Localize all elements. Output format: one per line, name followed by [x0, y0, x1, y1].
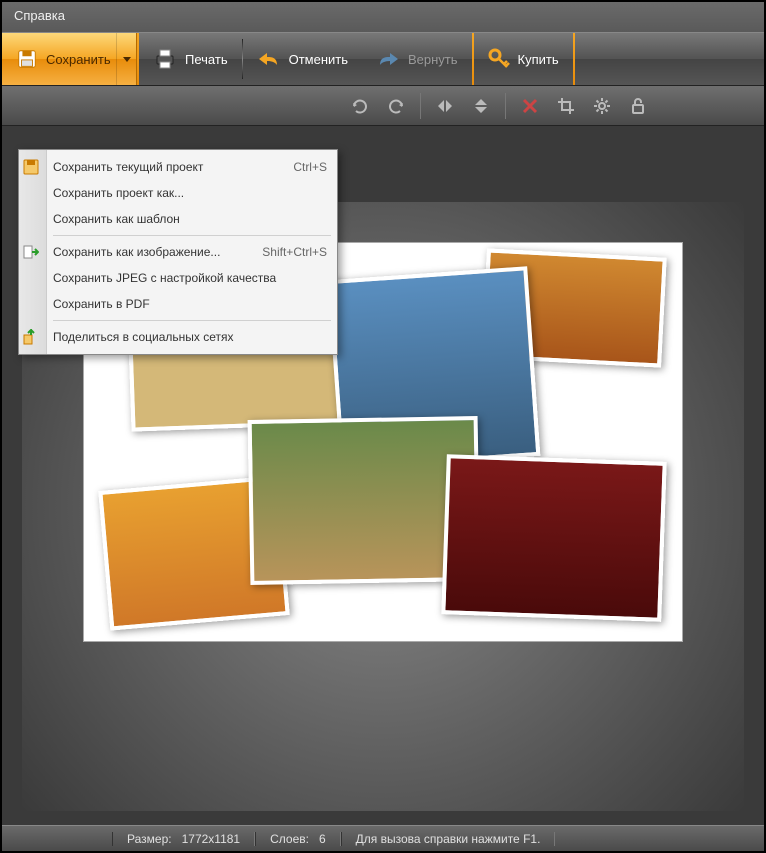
menu-bar: Справка	[2, 2, 764, 32]
buy-button[interactable]: Купить	[474, 33, 573, 85]
disk-icon	[16, 48, 38, 70]
lock-button[interactable]	[620, 90, 656, 122]
menu-save-as[interactable]: Сохранить проект как...	[47, 180, 337, 206]
print-label: Печать	[185, 52, 228, 67]
menu-item-label: Сохранить проект как...	[53, 186, 184, 200]
status-hint-text: Для вызова справки нажмите F1.	[356, 832, 541, 846]
status-layers: Слоев: 6	[255, 832, 341, 846]
save-button[interactable]: Сохранить	[2, 33, 137, 85]
menu-save-pdf[interactable]: Сохранить в PDF	[47, 291, 337, 317]
buy-label: Купить	[518, 52, 559, 67]
secondary-toolbar	[2, 86, 764, 126]
redo-icon	[376, 49, 400, 69]
save-dropdown-arrow[interactable]	[116, 33, 136, 85]
menu-save-template[interactable]: Сохранить как шаблон	[47, 206, 337, 232]
status-size: Размер: 1772x1181	[112, 832, 255, 846]
flip-vertical-button[interactable]	[463, 90, 499, 122]
toolbar-separator	[505, 93, 506, 119]
menu-separator	[53, 235, 331, 236]
redo-button[interactable]: Вернуть	[362, 33, 472, 85]
status-bar: Размер: 1772x1181 Слоев: 6 Для вызова сп…	[2, 825, 764, 851]
undo-button[interactable]: Отменить	[243, 33, 362, 85]
undo-icon	[257, 49, 281, 69]
menu-item-label: Сохранить в PDF	[53, 297, 150, 311]
menu-separator	[53, 320, 331, 321]
menu-item-shortcut: Shift+Ctrl+S	[262, 245, 327, 259]
menu-item-shortcut: Ctrl+S	[293, 160, 327, 174]
disk-icon	[21, 157, 41, 177]
delete-button[interactable]	[512, 90, 548, 122]
key-icon	[488, 48, 510, 70]
save-label: Сохранить	[46, 52, 111, 67]
status-hint: Для вызова справки нажмите F1.	[341, 832, 556, 846]
export-icon	[21, 242, 41, 262]
menu-item-label: Поделиться в социальных сетях	[53, 330, 233, 344]
menu-item-label: Сохранить JPEG с настройкой качества	[53, 271, 276, 285]
redo-label: Вернуть	[408, 52, 458, 67]
printer-icon	[153, 48, 177, 70]
menu-item-label: Сохранить текущий проект	[53, 160, 203, 174]
status-size-label: Размер:	[127, 832, 172, 846]
crop-button[interactable]	[548, 90, 584, 122]
menu-item-label: Сохранить как изображение...	[53, 245, 220, 259]
status-layers-value: 6	[319, 832, 326, 846]
print-button[interactable]: Печать	[139, 33, 242, 85]
save-dropdown-menu: Сохранить текущий проект Ctrl+S Сохранит…	[18, 149, 338, 355]
collage-photo[interactable]	[441, 454, 666, 622]
toolbar-separator	[420, 93, 421, 119]
menu-help[interactable]: Справка	[14, 8, 65, 23]
menu-save-jpeg[interactable]: Сохранить JPEG с настройкой качества	[47, 265, 337, 291]
menu-save-image[interactable]: Сохранить как изображение... Shift+Ctrl+…	[47, 239, 337, 265]
toolbar-separator	[573, 33, 575, 85]
undo-label: Отменить	[289, 52, 348, 67]
rotate-right-button[interactable]	[378, 90, 414, 122]
settings-button[interactable]	[584, 90, 620, 122]
menu-save-current[interactable]: Сохранить текущий проект Ctrl+S	[47, 154, 337, 180]
rotate-left-button[interactable]	[342, 90, 378, 122]
status-layers-label: Слоев:	[270, 832, 309, 846]
share-icon	[21, 327, 41, 347]
flip-horizontal-button[interactable]	[427, 90, 463, 122]
dropdown-items: Сохранить текущий проект Ctrl+S Сохранит…	[47, 150, 337, 354]
status-size-value: 1772x1181	[182, 832, 241, 846]
main-toolbar: Сохранить Печать Отменить Вернуть	[2, 32, 764, 86]
menu-item-label: Сохранить как шаблон	[53, 212, 180, 226]
menu-share-social[interactable]: Поделиться в социальных сетях	[47, 324, 337, 350]
